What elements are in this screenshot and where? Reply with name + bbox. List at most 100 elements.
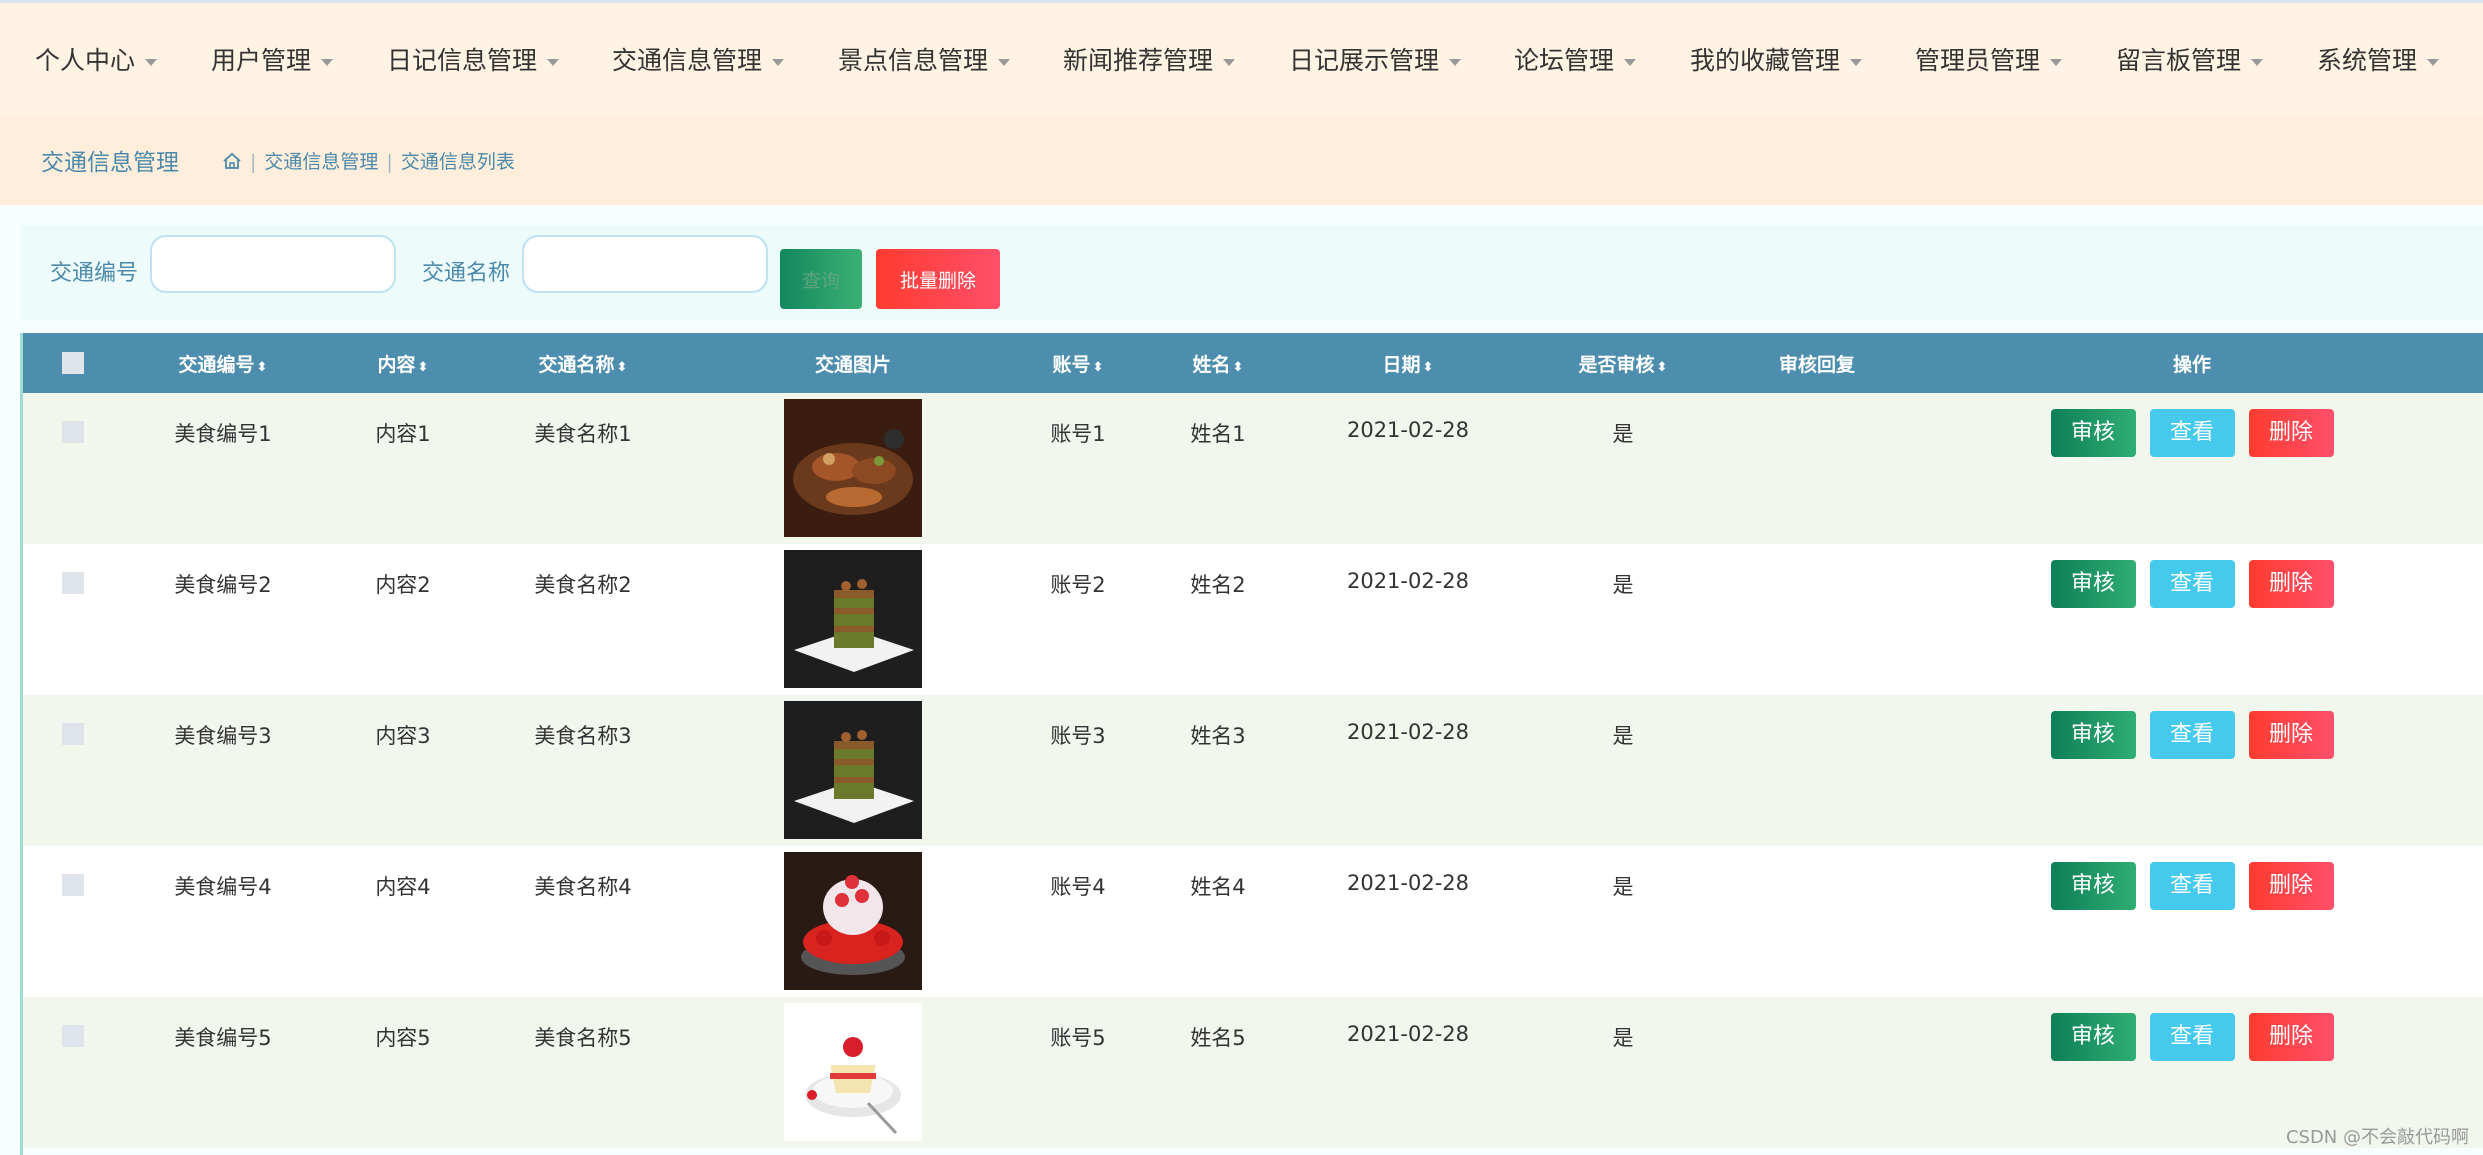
chevron-down-icon: [2251, 58, 2264, 66]
nav-item-admin[interactable]: 管理员管理: [1915, 41, 2063, 77]
nav-item-diary-info[interactable]: 日记信息管理: [387, 41, 560, 77]
cell-image: [683, 544, 1023, 695]
header-label: 日期: [1382, 353, 1421, 376]
chevron-down-icon: [1850, 58, 1863, 66]
nav-label: 用户管理: [211, 46, 312, 75]
row-checkbox[interactable]: [62, 723, 84, 745]
cell-name: 美食名称4: [534, 875, 632, 899]
cell-account: 账号2: [1050, 573, 1106, 597]
header-label: 交通名称: [538, 353, 615, 376]
sort-icon: ⬍: [616, 359, 628, 375]
nav-item-news-recommend[interactable]: 新闻推荐管理: [1063, 41, 1236, 77]
cell-name: 美食名称3: [534, 724, 632, 748]
cell-code: 美食编号2: [174, 573, 272, 597]
top-nav: 个人中心 用户管理 日记信息管理 交通信息管理 景点信息管理 新闻推荐管理 日记…: [0, 0, 2483, 115]
cell-reply: [1733, 997, 1901, 1148]
cell-date: 2021-02-28: [1346, 871, 1470, 895]
food-image-stack: [784, 701, 922, 839]
table-row: 美食编号4 内容4 美食名称4 账号4 姓名4 2021-02-28 是 审核查…: [23, 846, 2483, 997]
col-header-code[interactable]: 交通编号 ⬍: [123, 333, 323, 393]
view-button[interactable]: 查看: [2149, 1013, 2235, 1061]
delete-button[interactable]: 删除: [2248, 711, 2334, 759]
nav-label: 个人中心: [35, 46, 136, 75]
chevron-down-icon: [321, 58, 334, 66]
cell-audited: 是: [1612, 1026, 1634, 1050]
chevron-down-icon: [998, 58, 1011, 66]
audit-button[interactable]: 审核: [2050, 560, 2136, 608]
col-header-audited[interactable]: 是否审核 ⬍: [1513, 333, 1733, 393]
nav-label: 新闻推荐管理: [1063, 46, 1214, 75]
audit-button[interactable]: 审核: [2050, 409, 2136, 457]
col-header-content[interactable]: 内容 ⬍: [323, 333, 483, 393]
table-row: 美食编号3 内容3 美食名称3 账号3 姓名3 2021-02-28 是 审核查…: [23, 695, 2483, 846]
chevron-down-icon: [772, 58, 785, 66]
food-image-cake: [784, 1003, 922, 1141]
nav-item-system[interactable]: 系统管理: [2317, 41, 2440, 77]
col-header-name[interactable]: 交通名称 ⬍: [483, 333, 683, 393]
batch-delete-button[interactable]: 批量删除: [876, 249, 1000, 309]
row-checkbox[interactable]: [62, 572, 84, 594]
nav-label: 交通信息管理: [612, 46, 763, 75]
cell-name: 美食名称2: [534, 573, 632, 597]
cell-reply: [1733, 544, 1901, 695]
col-header-account[interactable]: 账号 ⬍: [1023, 333, 1133, 393]
cell-account: 账号1: [1050, 422, 1106, 446]
breadcrumb-separator: |: [386, 151, 393, 173]
nav-item-scenic-info[interactable]: 景点信息管理: [838, 41, 1011, 77]
row-checkbox[interactable]: [62, 421, 84, 443]
view-button[interactable]: 查看: [2149, 409, 2235, 457]
delete-button[interactable]: 删除: [2248, 1013, 2334, 1061]
breadcrumb-item[interactable]: 交通信息管理: [264, 151, 378, 173]
delete-button[interactable]: 删除: [2248, 560, 2334, 608]
delete-button[interactable]: 删除: [2248, 862, 2334, 910]
row-checkbox[interactable]: [62, 1025, 84, 1047]
home-icon[interactable]: [222, 151, 242, 176]
cell-account: 账号3: [1050, 724, 1106, 748]
cell-content: 内容5: [375, 1026, 431, 1050]
nav-label: 管理员管理: [1915, 46, 2041, 75]
traffic-code-input[interactable]: [150, 235, 396, 293]
page-title: 交通信息管理: [41, 150, 179, 176]
cell-image: [683, 846, 1023, 997]
view-button[interactable]: 查看: [2149, 862, 2235, 910]
col-header-date[interactable]: 日期 ⬍: [1303, 333, 1513, 393]
col-header-image: 交通图片: [814, 353, 891, 376]
nav-label: 论坛管理: [1514, 46, 1615, 75]
sort-icon: ⬍: [1232, 359, 1244, 375]
cell-person: 姓名1: [1190, 422, 1246, 446]
nav-label: 我的收藏管理: [1690, 46, 1841, 75]
audit-button[interactable]: 审核: [2050, 862, 2136, 910]
nav-item-message-board[interactable]: 留言板管理: [2116, 41, 2264, 77]
cell-name: 美食名称5: [534, 1026, 632, 1050]
chevron-down-icon: [2050, 58, 2063, 66]
col-header-reply: 审核回复: [1778, 353, 1855, 376]
cell-content: 内容1: [375, 422, 431, 446]
table-row: 美食编号2 内容2 美食名称2 账号2 姓名2 2021-02-28 是 审核查…: [23, 544, 2483, 695]
traffic-name-input[interactable]: [522, 235, 768, 293]
delete-button[interactable]: 删除: [2248, 409, 2334, 457]
sort-icon: ⬍: [256, 359, 268, 375]
chevron-down-icon: [547, 58, 560, 66]
breadcrumb-separator: |: [250, 151, 257, 173]
nav-item-diary-display[interactable]: 日记展示管理: [1289, 41, 1462, 77]
sort-icon: ⬍: [1656, 359, 1668, 375]
food-image-strawberry-ice: [784, 852, 922, 990]
cell-image: [683, 695, 1023, 846]
audit-button[interactable]: 审核: [2050, 1013, 2136, 1061]
cell-date: 2021-02-28: [1346, 720, 1470, 744]
select-all-checkbox[interactable]: [62, 352, 84, 375]
col-header-person[interactable]: 姓名 ⬍: [1133, 333, 1303, 393]
nav-item-traffic-info[interactable]: 交通信息管理: [612, 41, 785, 77]
nav-item-user-management[interactable]: 用户管理: [211, 41, 334, 77]
view-button[interactable]: 查看: [2149, 560, 2235, 608]
nav-item-forum[interactable]: 论坛管理: [1514, 41, 1637, 77]
header-label: 内容: [377, 353, 416, 376]
nav-item-favorites[interactable]: 我的收藏管理: [1690, 41, 1863, 77]
search-button[interactable]: 查询: [780, 249, 862, 309]
audit-button[interactable]: 审核: [2050, 711, 2136, 759]
nav-label: 留言板管理: [2116, 46, 2242, 75]
view-button[interactable]: 查看: [2149, 711, 2235, 759]
cell-code: 美食编号4: [174, 875, 272, 899]
row-checkbox[interactable]: [62, 874, 84, 896]
nav-item-personal-center[interactable]: 个人中心: [35, 41, 158, 77]
